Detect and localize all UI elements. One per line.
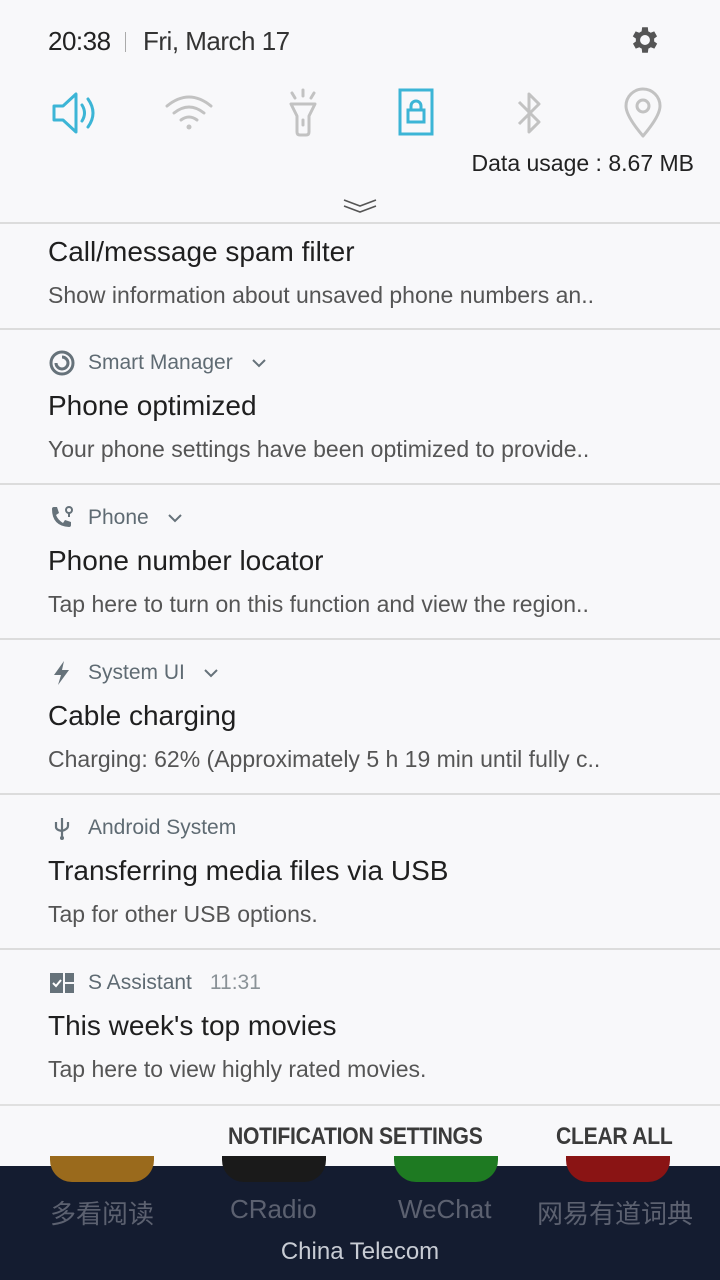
notification-body: Show information about unsaved phone num… [48,282,594,308]
notification-title: Phone number locator [48,545,324,576]
clock: 20:38 [48,26,111,56]
home-screen: 多看阅读 CRadio WeChat 网易有道词典 China Telecom [0,1156,720,1280]
app-icon-duokan[interactable] [50,1156,154,1182]
carrier-label: China Telecom [280,1238,440,1265]
app-label[interactable]: CRadio [230,1194,317,1225]
app-icon-cradio[interactable] [222,1156,326,1182]
screen-lock-icon[interactable] [388,86,442,140]
chevron-down-icon[interactable] [167,512,183,524]
date: Fri, March 17 [143,26,290,56]
notification-title: Phone optimized [48,390,257,421]
notification-s-assistant[interactable]: S Assistant 11:31 This week's top movies… [0,950,720,1102]
notification-title: Transferring media files via USB [48,855,449,886]
chevron-down-icon[interactable] [203,667,219,679]
notification-body: Your phone settings have been optimized … [48,436,590,462]
notification-smart-manager[interactable]: Smart Manager Phone optimized Your phone… [0,330,720,485]
app-name: Smart Manager [88,351,233,374]
location-icon[interactable] [616,86,670,140]
app-name: Phone [88,506,149,529]
wifi-icon[interactable] [162,86,216,140]
quick-settings: 20:38 Fri, March 17 Data usage: 8.67 MB [0,0,720,224]
notification-header: Phone [48,503,183,533]
smart-manager-icon [49,350,75,376]
notification-phone-locator[interactable]: Phone Phone number locator Tap here to t… [0,485,720,640]
bluetooth-icon[interactable] [502,86,556,140]
notification-title: Cable charging [48,700,237,731]
app-label[interactable]: 多看阅读 [50,1194,154,1231]
volume-icon[interactable] [48,86,102,140]
app-name: S Assistant [88,971,192,994]
notification-body: Charging: 62% (Approximately 5 h 19 min … [48,746,601,772]
app-icon-youdao[interactable] [566,1156,670,1182]
notification-body: Tap here to view highly rated movies. [48,1056,427,1082]
gear-icon[interactable] [628,23,662,57]
divider [125,32,126,52]
data-usage[interactable]: Data usage : 8.67 MB [472,150,694,177]
notification-body: Tap for other USB options. [48,901,318,927]
phone-locator-icon [52,506,73,527]
notification-header: Smart Manager [48,348,267,378]
app-name: Android System [88,816,237,839]
app-label[interactable]: WeChat [398,1194,491,1225]
notification-cable-charging[interactable]: System UI Cable charging Charging: 62% (… [0,640,720,795]
lightning-icon [54,661,69,685]
s-assistant-icon [50,973,74,993]
expand-chevron-icon[interactable] [342,196,378,214]
notification-title: This week's top movies [48,1010,337,1041]
notification-panel: 20:38 Fri, March 17 Data usage: 8.67 MB… [0,0,720,1168]
notification-header: Android System [48,813,236,843]
flashlight-icon[interactable] [276,86,330,140]
usb-icon [54,818,70,840]
clear-all-button[interactable]: CLEAR ALL [556,1123,673,1151]
notification-header: S Assistant 11:31 [48,968,261,998]
notification-usb[interactable]: Android System Transferring media files … [0,795,720,950]
notification-settings-button[interactable]: NOTIFICATION SETTINGS [228,1123,483,1151]
app-name: System UI [88,661,185,684]
notification-title: Call/message spam filter [48,236,355,267]
notification-body: Tap here to turn on this function and vi… [48,591,589,617]
notification-header: System UI [48,658,219,688]
chevron-down-icon[interactable] [251,357,267,369]
app-label[interactable]: 网易有道词典 [537,1194,693,1231]
notification-time: 11:31 [209,971,261,994]
notification-spam-filter[interactable]: Call/message spam filter Show informatio… [0,224,720,330]
app-icon-wechat[interactable] [394,1156,498,1182]
